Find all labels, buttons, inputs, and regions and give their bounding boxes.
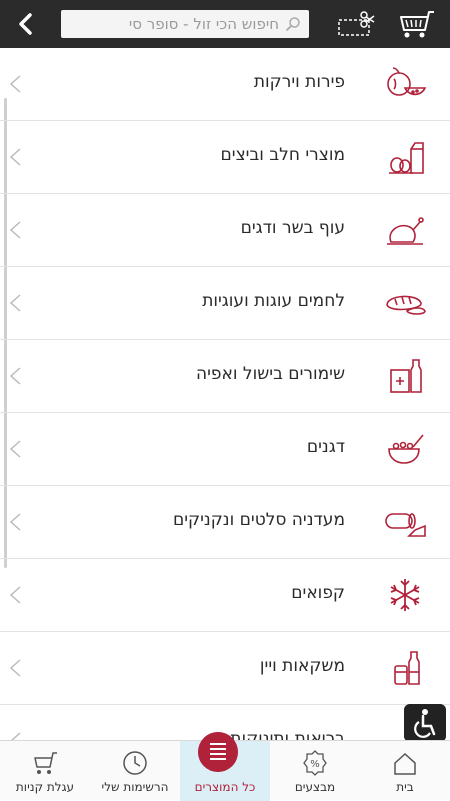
nav-cart[interactable]: עגלת קניות <box>0 741 90 801</box>
all-products-list-icon[interactable] <box>198 732 238 772</box>
nav-my-lists-label: הרשימות שלי <box>101 780 169 794</box>
chevron-left-icon <box>10 732 21 740</box>
coupon-scissors-icon[interactable] <box>336 10 376 38</box>
chevron-left-icon <box>9 221 21 239</box>
chevron-left-icon <box>9 367 21 385</box>
nav-all-products-label: כל המוצרים <box>194 780 256 794</box>
drinks-icon <box>394 651 420 685</box>
category-row-bread[interactable]: לחמים עוגות ועוגיות <box>0 267 450 340</box>
category-label: דגנים <box>306 437 345 457</box>
snowflake-icon <box>390 579 420 611</box>
chevron-left-icon <box>9 440 21 458</box>
category-row-cereals[interactable]: דגנים <box>0 413 450 486</box>
chevron-left-icon <box>9 513 21 531</box>
nav-deals-label: מבצעים <box>294 780 336 794</box>
nav-cart-label: עגלת קניות <box>15 780 75 794</box>
category-row-produce[interactable]: פירות וירקות <box>0 48 450 121</box>
category-label: פירות וירקות <box>253 72 345 92</box>
deli-icon <box>385 513 426 537</box>
category-label: עוף בשר ודגים <box>240 218 345 238</box>
poultry-icon <box>387 217 424 245</box>
category-row-canned[interactable]: שימורים בישול ואפיה <box>0 340 450 413</box>
category-label: משקאות ויין <box>259 656 345 676</box>
nav-home[interactable]: בית <box>360 741 450 801</box>
cereal-bowl-icon <box>388 434 424 464</box>
chevron-left-icon <box>9 75 21 93</box>
produce-icon <box>387 67 427 96</box>
top-bar <box>0 0 450 48</box>
category-label: שימורים בישול ואפיה <box>196 364 345 384</box>
dairy-icon <box>389 142 424 174</box>
percent-badge-icon: % <box>303 750 327 776</box>
nav-deals[interactable]: % מבצעים <box>270 741 360 801</box>
search-input[interactable] <box>79 10 279 38</box>
category-row-deli[interactable]: מעדניה סלטים ונקניקים <box>0 486 450 559</box>
chevron-left-icon <box>9 294 21 312</box>
shopping-cart-icon <box>34 752 57 774</box>
category-label: מוצרי חלב וביצים <box>220 145 346 165</box>
back-arrow-icon[interactable] <box>14 12 38 36</box>
nav-home-label: בית <box>396 780 414 794</box>
nav-my-lists[interactable]: הרשימות שלי <box>90 741 180 801</box>
search-icon[interactable] <box>285 16 301 32</box>
category-row-meat[interactable]: עוף בשר ודגים <box>0 194 450 267</box>
clock-icon <box>123 751 147 775</box>
category-label: קפואים <box>291 583 345 603</box>
bread-icon <box>386 295 426 315</box>
category-label: לחמים עוגות ועוגיות <box>202 291 345 311</box>
chevron-left-icon <box>9 148 21 166</box>
shopping-cart-icon[interactable] <box>396 8 436 40</box>
chevron-left-icon <box>9 659 21 677</box>
category-row-frozen[interactable]: קפואים <box>0 559 450 632</box>
category-label: בריאות ותינוקות <box>230 729 345 740</box>
category-row-dairy[interactable]: מוצרי חלב וביצים <box>0 121 450 194</box>
canned-goods-icon <box>390 359 422 393</box>
category-label: מעדניה סלטים ונקניקים <box>172 510 345 530</box>
accessibility-icon[interactable] <box>404 704 446 742</box>
category-list: פירות וירקות מוצרי חלב וביצים עוף בשר וד… <box>0 48 450 740</box>
chevron-left-icon <box>9 586 21 604</box>
svg-text:%: % <box>310 759 320 770</box>
home-icon <box>394 752 416 775</box>
category-row-drinks[interactable]: משקאות ויין <box>0 632 450 705</box>
search-field[interactable] <box>61 10 309 38</box>
